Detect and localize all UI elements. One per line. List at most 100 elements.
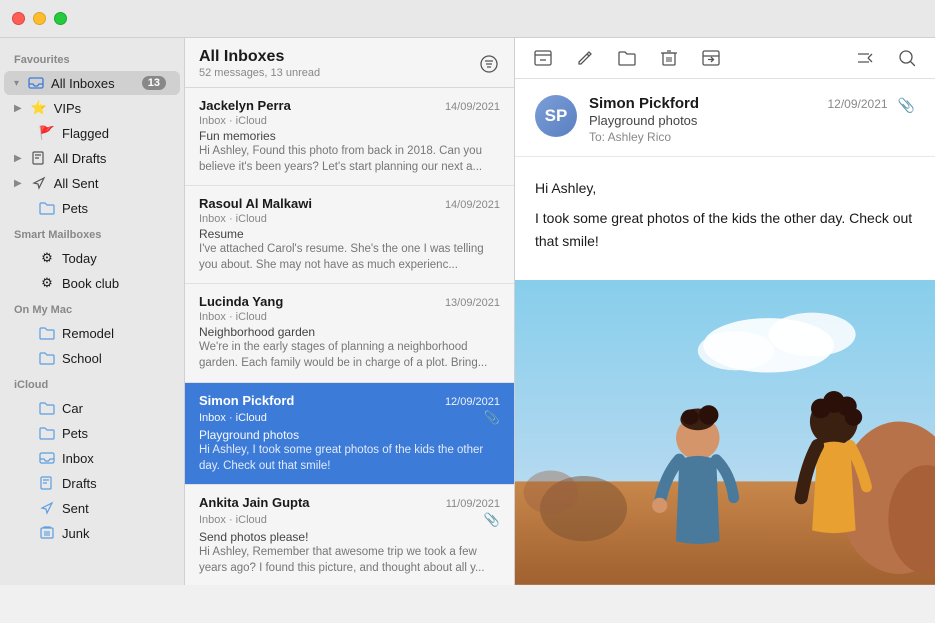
sidebar-item-junk[interactable]: Junk — [4, 521, 180, 545]
main-container: Favourites ▾ All Inboxes 13 ▶ ⭐ VIPs — [0, 38, 935, 623]
chevron-icon: ▶ — [14, 103, 22, 114]
sidebar-section-on-my-mac: On My Mac Remodel School — [0, 296, 184, 370]
trash-button[interactable] — [657, 46, 681, 70]
chevron-icon: ▾ — [14, 78, 19, 89]
sidebar-item-car[interactable]: Car — [4, 396, 180, 420]
detail-subject: Playground photos — [589, 113, 816, 128]
email-subject: Send photos please! — [199, 530, 500, 544]
vips-label: VIPs — [54, 101, 166, 116]
detail-date: 12/09/2021 — [828, 97, 888, 111]
sidebar-item-drafts-icloud[interactable]: Drafts — [4, 471, 180, 495]
chevron-icon: ▶ — [14, 153, 22, 164]
avatar-initials: SP — [545, 106, 568, 126]
sidebar-item-all-drafts[interactable]: ▶ All Drafts — [4, 146, 180, 170]
draft-icon — [30, 149, 48, 167]
sender-info: Simon Pickford Playground photos To: Ash… — [589, 95, 816, 144]
archive-button[interactable] — [531, 46, 555, 70]
all-drafts-label: All Drafts — [54, 151, 166, 166]
flag-icon: 🚩 — [38, 124, 56, 142]
email-preview: Hi Ashley, I took some great photos of t… — [199, 442, 500, 474]
email-date: 11/09/2021 — [446, 498, 500, 510]
email-item-e4[interactable]: Simon Pickford 12/09/2021 Inbox · iCloud… — [185, 383, 514, 485]
pets-fav-label: Pets — [62, 201, 166, 216]
section-label-icloud: iCloud — [0, 371, 184, 395]
email-preview: I've attached Carol's resume. She's the … — [199, 241, 500, 273]
email-subject: Playground photos — [199, 428, 500, 442]
sidebar-item-book-club[interactable]: ⚙ Book club — [4, 271, 180, 295]
sent-icon — [30, 174, 48, 192]
email-detail: SP Simon Pickford Playground photos To: … — [515, 38, 935, 585]
folder-icon — [38, 199, 56, 217]
section-label-smart: Smart Mailboxes — [0, 221, 184, 245]
maximize-button[interactable] — [54, 12, 67, 25]
all-sent-label: All Sent — [54, 176, 166, 191]
move-button[interactable] — [699, 46, 723, 70]
sender-name: Simon Pickford — [589, 95, 816, 112]
folder-move-button[interactable] — [615, 46, 639, 70]
inbox-icon — [27, 74, 45, 92]
sidebar-item-inbox-icloud[interactable]: Inbox — [4, 446, 180, 470]
sidebar: Favourites ▾ All Inboxes 13 ▶ ⭐ VIPs — [0, 38, 185, 585]
email-sender: Jackelyn Perra — [199, 98, 445, 113]
email-sender: Rasoul Al Malkawi — [199, 196, 445, 211]
star-icon: ⭐ — [30, 99, 48, 117]
email-sender: Ankita Jain Gupta — [199, 495, 446, 510]
detail-to: To: Ashley Rico — [589, 130, 816, 144]
email-preview: Hi Ashley, Found this photo from back in… — [199, 143, 500, 175]
sent2-icon — [38, 499, 56, 517]
sidebar-item-pets-fav[interactable]: Pets — [4, 196, 180, 220]
sidebar-section-favourites: Favourites ▾ All Inboxes 13 ▶ ⭐ VIPs — [0, 46, 184, 220]
email-list-header: All Inboxes 52 messages, 13 unread — [185, 38, 514, 88]
all-inboxes-label: All Inboxes — [51, 76, 136, 91]
filter-button[interactable] — [478, 53, 500, 75]
attachment-icon: 📎 — [484, 410, 500, 426]
sidebar-item-all-inboxes[interactable]: ▾ All Inboxes 13 — [4, 71, 180, 95]
attachment-icon: 📎 — [484, 512, 500, 528]
email-subject: Fun memories — [199, 129, 500, 143]
sidebar-item-all-sent[interactable]: ▶ All Sent — [4, 171, 180, 195]
sidebar-item-sent-icloud[interactable]: Sent — [4, 496, 180, 520]
sidebar-item-today[interactable]: ⚙ Today — [4, 246, 180, 270]
section-label-favourites: Favourites — [0, 46, 184, 70]
email-item-e3[interactable]: Lucinda Yang 13/09/2021 Inbox · iCloud N… — [185, 284, 514, 382]
email-item-e5[interactable]: Ankita Jain Gupta 11/09/2021 Inbox · iCl… — [185, 485, 514, 585]
detail-attachment-icon: 📎 — [898, 97, 915, 114]
folder-icon — [38, 424, 56, 442]
doc2-icon — [38, 474, 56, 492]
compose-button[interactable] — [573, 46, 597, 70]
sidebar-section-icloud: iCloud Car Pets — [0, 371, 184, 545]
close-button[interactable] — [12, 12, 25, 25]
email-date: 14/09/2021 — [445, 101, 500, 113]
folder-icon — [38, 349, 56, 367]
minimize-button[interactable] — [33, 12, 46, 25]
detail-body-text: I took some great photos of the kids the… — [535, 207, 915, 252]
email-sender: Simon Pickford — [199, 393, 445, 408]
search-button[interactable] — [895, 46, 919, 70]
inbox-subtitle: 52 messages, 13 unread — [199, 67, 320, 79]
email-preview: We're in the early stages of planning a … — [199, 339, 500, 371]
inbox2-icon — [38, 449, 56, 467]
more-button[interactable] — [853, 46, 877, 70]
sidebar-item-school[interactable]: School — [4, 346, 180, 370]
sender-avatar: SP — [535, 95, 577, 137]
today-icon: ⚙ — [38, 249, 56, 267]
sent-icloud-label: Sent — [62, 501, 166, 516]
titlebar — [0, 0, 935, 38]
email-source: Inbox · iCloud — [199, 412, 267, 424]
email-item-e1[interactable]: Jackelyn Perra 14/09/2021 Inbox · iCloud… — [185, 88, 514, 186]
sidebar-section-smart: Smart Mailboxes ⚙ Today ⚙ Book club — [0, 221, 184, 295]
sidebar-item-vips[interactable]: ▶ ⭐ VIPs — [4, 96, 180, 120]
email-date: 12/09/2021 — [445, 396, 500, 408]
email-item-e2[interactable]: Rasoul Al Malkawi 14/09/2021 Inbox · iCl… — [185, 186, 514, 284]
email-date: 13/09/2021 — [445, 297, 500, 309]
sidebar-item-pets-icloud[interactable]: Pets — [4, 421, 180, 445]
sidebar-item-remodel[interactable]: Remodel — [4, 321, 180, 345]
flagged-label: Flagged — [62, 126, 166, 141]
chevron-icon: ▶ — [14, 178, 22, 189]
sidebar-item-flagged[interactable]: 🚩 Flagged — [4, 121, 180, 145]
detail-header: SP Simon Pickford Playground photos To: … — [515, 79, 935, 157]
email-subject: Resume — [199, 227, 500, 241]
email-source: Inbox · iCloud — [199, 514, 267, 526]
junk-label: Junk — [62, 526, 166, 541]
email-sender: Lucinda Yang — [199, 294, 445, 309]
